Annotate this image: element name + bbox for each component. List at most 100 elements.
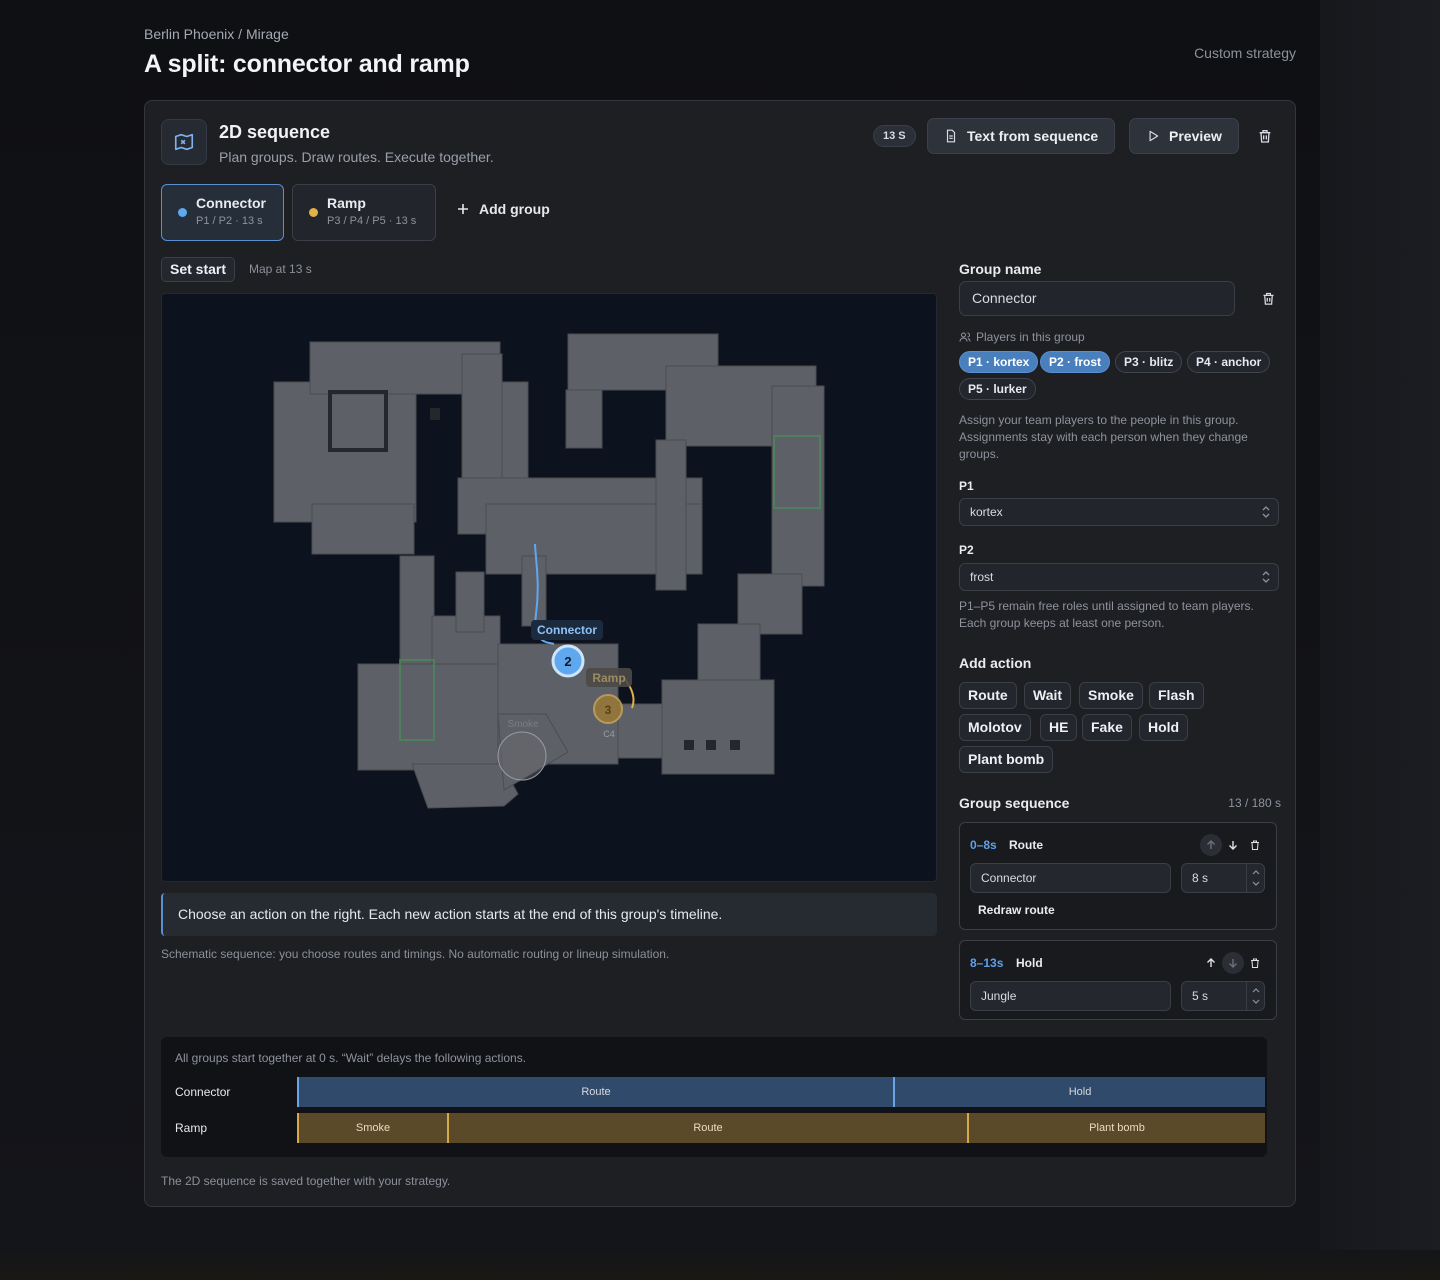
timeline-row-label: Connector [175, 1085, 231, 1099]
step-duration-stepper[interactable]: 8 s [1181, 863, 1265, 893]
action-wait-button[interactable]: Wait [1024, 682, 1072, 709]
sequence-card: 2D sequence Plan groups. Draw routes. Ex… [144, 100, 1296, 1207]
step-time-range: 0–8s [970, 838, 997, 852]
roles-help-text: P1–P5 remain free roles until assigned t… [959, 599, 1254, 630]
connector-marker-number: 2 [564, 654, 571, 669]
chevron-updown-icon [1262, 571, 1270, 583]
action-he-button[interactable]: HE [1040, 714, 1078, 741]
players-label-text: Players in this group [976, 330, 1085, 344]
arrow-down-icon [1229, 959, 1237, 968]
delete-sequence-button[interactable] [1252, 123, 1278, 149]
background-side-shade [1320, 0, 1440, 1280]
action-smoke-button[interactable]: Smoke [1079, 682, 1143, 709]
delete-step-button[interactable] [1244, 952, 1266, 974]
action-molotov-button[interactable]: Molotov [959, 714, 1031, 741]
add-group-label: Add group [479, 201, 550, 217]
group-tab-ramp[interactable]: Ramp P3 / P4 / P5 · 13 s [292, 184, 436, 241]
play-icon [1149, 130, 1159, 142]
player-chip-p1[interactable]: P1 · kortex [959, 351, 1039, 373]
map-icon [161, 119, 207, 165]
duration-badge: 13 S [873, 125, 916, 147]
chevron-updown-icon [1262, 506, 1270, 518]
group-name-input[interactable]: Connector [959, 281, 1235, 316]
player-chip-p5[interactable]: P5 · lurker [959, 378, 1036, 400]
player-chip-p3[interactable]: P3 · blitz [1115, 351, 1183, 373]
step-type: Hold [1016, 956, 1043, 970]
timeline-note: All groups start together at 0 s. “Wait”… [175, 1051, 527, 1065]
arrow-down-icon [1229, 841, 1237, 850]
move-up-button[interactable] [1200, 952, 1222, 974]
smoke-area [497, 731, 547, 781]
group-tab-name: Connector [196, 195, 266, 211]
player-chip-p4[interactable]: P4 · anchor [1187, 351, 1271, 373]
delete-group-button[interactable] [1255, 285, 1281, 311]
group-tab-meta: P3 / P4 / P5 · 13 s [327, 215, 417, 227]
smoke-map-label: Smoke [507, 719, 539, 730]
p1-select-value: kortex [970, 505, 1003, 519]
p1-select[interactable]: kortex [959, 498, 1279, 526]
move-up-button[interactable] [1200, 834, 1222, 856]
document-icon [946, 129, 956, 143]
timeline-segment-route[interactable]: Route [297, 1077, 893, 1107]
timeline-row-label: Ramp [175, 1121, 208, 1135]
stepper-arrows-icon[interactable] [1246, 864, 1264, 892]
step-type: Route [1009, 838, 1043, 852]
add-group-button[interactable]: Add group [457, 201, 550, 217]
hint-message: Choose an action on the right. Each new … [161, 893, 937, 936]
step-duration-value: 5 s [1192, 989, 1209, 1003]
sequence-step-hold[interactable]: 8–13s Hold Jungle 5 s [959, 940, 1277, 1020]
action-route-button[interactable]: Route [959, 682, 1017, 709]
move-down-button[interactable] [1222, 834, 1244, 856]
stepper-arrows-icon[interactable] [1246, 982, 1264, 1010]
step-duration-stepper[interactable]: 5 s [1181, 981, 1265, 1011]
plus-icon [458, 204, 468, 214]
group-tab-connector[interactable]: Connector P1 / P2 · 13 s [161, 184, 284, 241]
preview-button[interactable]: Preview [1129, 118, 1239, 154]
group-name-label: Group name [959, 261, 1042, 277]
timeline-segment-route[interactable]: Route [447, 1113, 967, 1143]
card-subtitle: Plan groups. Draw routes. Execute togeth… [219, 149, 494, 165]
timeline-segment-smoke[interactable]: Smoke [297, 1113, 447, 1143]
step-target-input[interactable]: Connector [970, 863, 1171, 893]
add-action-label: Add action [959, 655, 1032, 671]
strategy-type-label: Custom strategy [1194, 45, 1296, 61]
action-fake-button[interactable]: Fake [1082, 714, 1132, 741]
timeline-segment-hold[interactable]: Hold [893, 1077, 1265, 1107]
step-target-input[interactable]: Jungle [970, 981, 1171, 1011]
c4-map-label: C4 [603, 729, 615, 739]
sequence-duration-count: 13 / 180 s [1228, 796, 1281, 810]
ramp-map-label: Ramp [592, 671, 625, 685]
trash-icon [1251, 958, 1259, 968]
action-hold-button[interactable]: Hold [1139, 714, 1189, 741]
arrow-up-icon [1207, 840, 1215, 849]
connector-map-label: Connector [537, 623, 597, 637]
group-tab-meta: P1 / P2 · 13 s [196, 215, 263, 227]
trash-icon [1251, 840, 1259, 850]
group-tab-name: Ramp [327, 195, 366, 211]
text-from-sequence-button[interactable]: Text from sequence [927, 118, 1116, 154]
breadcrumb[interactable]: Berlin Phoenix / Mirage [144, 26, 289, 42]
step-duration-value: 8 s [1192, 871, 1209, 885]
delete-step-button[interactable] [1244, 834, 1266, 856]
set-start-button[interactable]: Set start [161, 257, 236, 282]
map-canvas[interactable]: Connector 2 Ramp 3 Smoke C4 [161, 293, 937, 882]
action-flash-button[interactable]: Flash [1149, 682, 1204, 709]
group-sequence-label: Group sequence [959, 795, 1070, 811]
timeline-segment-plant-bomb[interactable]: Plant bomb [967, 1113, 1265, 1143]
arrow-up-icon [1207, 958, 1215, 967]
users-icon [959, 332, 971, 342]
player-chip-p2[interactable]: P2 · frost [1040, 351, 1111, 373]
group-color-dot [178, 208, 187, 217]
saved-note: The 2D sequence is saved together with y… [161, 1174, 451, 1188]
p2-label: P2 [959, 543, 974, 557]
p2-select[interactable]: frost [959, 563, 1279, 591]
map-drawing: Connector 2 Ramp 3 Smoke C4 [273, 333, 825, 809]
text-from-sequence-label: Text from sequence [967, 128, 1099, 144]
move-down-button[interactable] [1222, 952, 1244, 974]
redraw-route-button[interactable]: Redraw route [978, 903, 1055, 917]
p2-select-value: frost [970, 570, 994, 584]
sequence-step-route[interactable]: 0–8s Route Connector 8 s Redraw route [959, 822, 1277, 930]
action-plant-bomb-button[interactable]: Plant bomb [959, 746, 1054, 773]
trash-icon [1259, 130, 1271, 143]
step-time-range: 8–13s [970, 956, 1004, 970]
